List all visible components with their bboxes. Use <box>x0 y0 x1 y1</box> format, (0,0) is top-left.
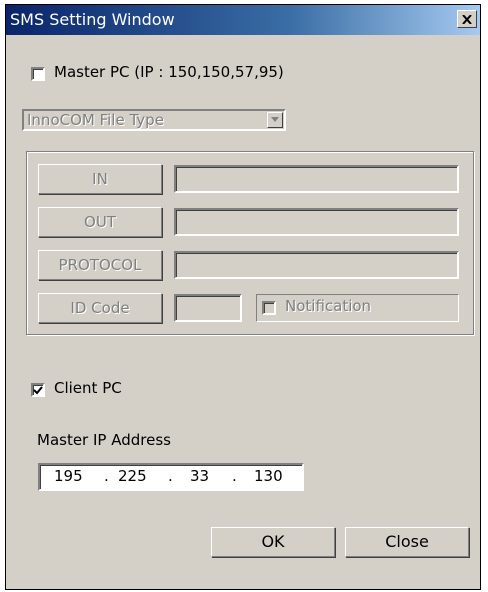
notification-label: Notification <box>285 297 372 315</box>
id-code-button[interactable]: ID Code <box>38 293 162 323</box>
protocol-button[interactable]: PROTOCOL <box>38 250 162 280</box>
ip-separator-2: . <box>168 467 173 485</box>
title-bar[interactable]: SMS Setting Window <box>6 5 480 35</box>
master-ip-label: Master IP Address <box>37 431 171 449</box>
ip-octet-4[interactable]: 130 <box>254 467 283 485</box>
in-button[interactable]: IN <box>38 164 162 194</box>
window-title: SMS Setting Window <box>10 10 175 29</box>
master-ip-address-field[interactable]: 195 . 225 . 33 . 130 <box>38 463 304 491</box>
close-button[interactable]: Close <box>345 527 469 557</box>
chevron-down-icon[interactable] <box>267 112 283 128</box>
ok-button[interactable]: OK <box>211 527 335 557</box>
notification-checkbox[interactable] <box>262 301 276 315</box>
out-field[interactable] <box>174 208 459 236</box>
ip-separator-1: . <box>104 467 109 485</box>
ip-octet-1[interactable]: 195 <box>54 467 83 485</box>
checkmark-icon <box>33 386 43 395</box>
ip-separator-3: . <box>232 467 237 485</box>
master-pc-label: Master PC (IP : 150,150,57,95) <box>54 63 284 81</box>
client-pc-label: Client PC <box>54 379 122 397</box>
file-type-value: InnoCOM File Type <box>27 111 164 129</box>
protocol-field[interactable] <box>174 251 459 279</box>
ip-octet-2[interactable]: 225 <box>118 467 147 485</box>
id-code-field[interactable] <box>174 294 242 322</box>
master-pc-checkbox[interactable] <box>31 67 45 81</box>
sms-setting-window: SMS Setting Window Master PC (IP : 150,1… <box>5 4 481 590</box>
out-button[interactable]: OUT <box>38 207 162 237</box>
close-icon[interactable] <box>457 10 477 28</box>
file-type-dropdown[interactable]: InnoCOM File Type <box>22 109 286 131</box>
client-pc-checkbox[interactable] <box>31 383 45 397</box>
in-field[interactable] <box>174 165 459 193</box>
ip-octet-3[interactable]: 33 <box>190 467 209 485</box>
